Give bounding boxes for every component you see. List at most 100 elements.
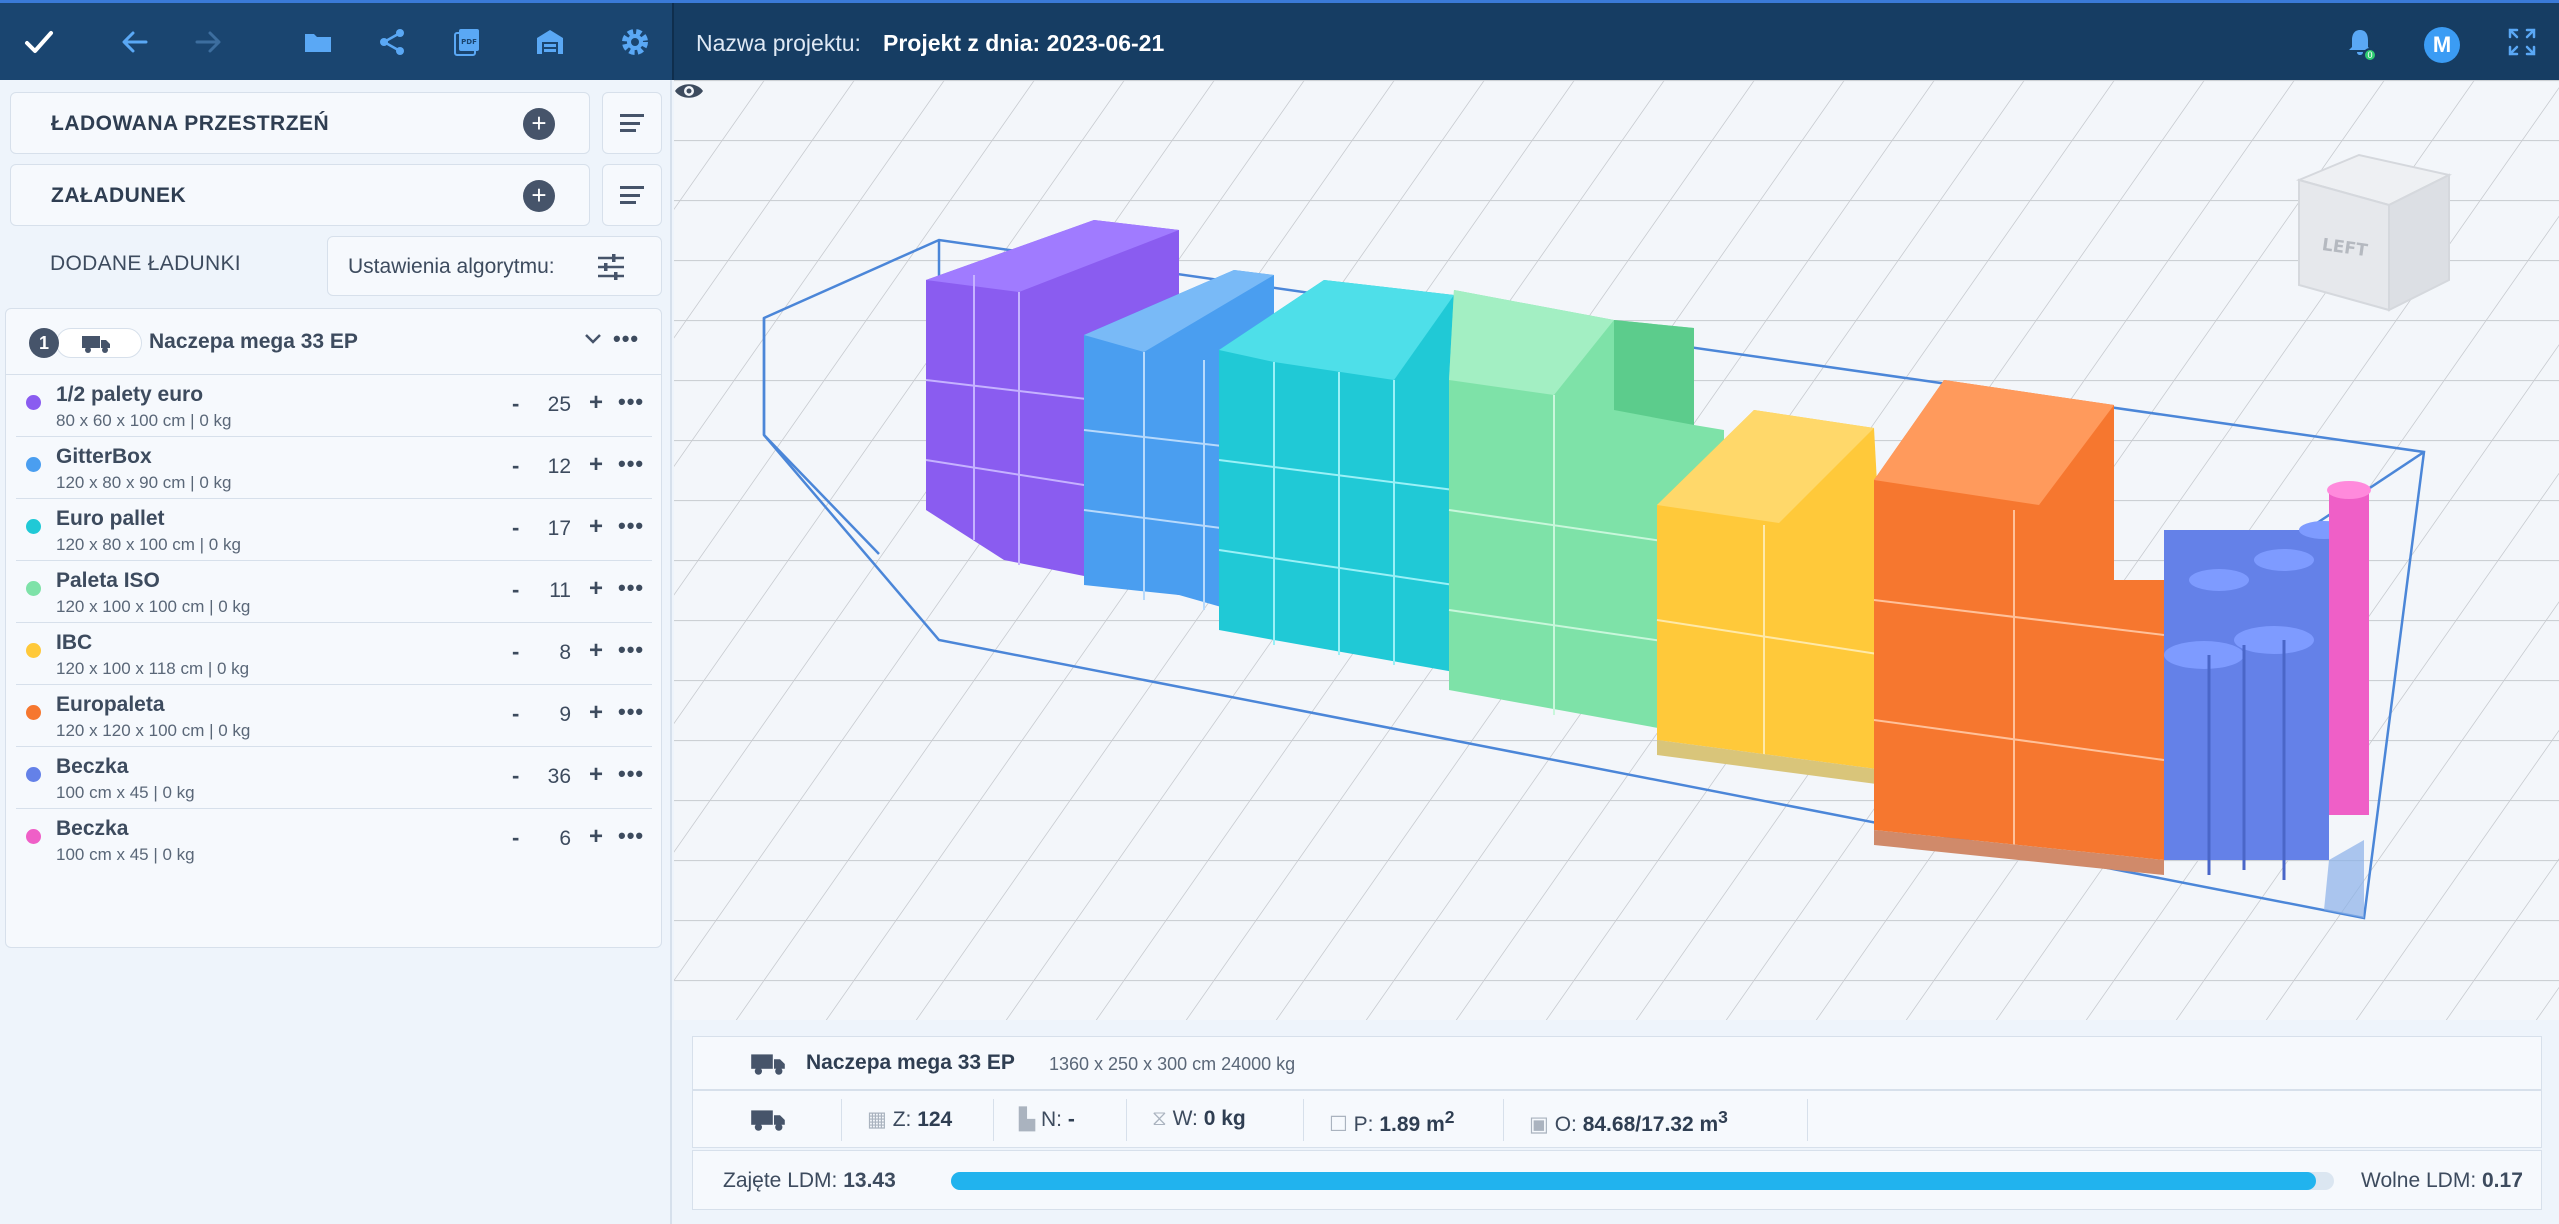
item-more-button[interactable]: ••• (618, 575, 644, 601)
settings-icon[interactable] (616, 23, 654, 61)
top-bar: PDF Nazwa projektu: Projekt z dnia: 2023… (0, 0, 2559, 80)
cargo-beczka-pink (2327, 481, 2371, 815)
truck-more-button[interactable]: ••• (613, 326, 639, 352)
quantity-value[interactable]: 36 (535, 765, 571, 789)
warehouse-icon[interactable] (531, 23, 569, 61)
item-dims: 120 x 100 x 118 cm | 0 kg (56, 659, 250, 678)
loading-space-title: ŁADOWANA PRZESTRZEŃ (51, 112, 330, 135)
quantity-value[interactable]: 17 (535, 517, 571, 541)
increase-button[interactable]: + (589, 823, 603, 851)
stat-count: ▦ Z: 124 (867, 1108, 953, 1131)
decrease-button[interactable]: - (512, 701, 519, 727)
decrease-button[interactable]: - (512, 515, 519, 541)
item-dims: 120 x 80 x 100 cm | 0 kg (56, 535, 241, 554)
truck-index: 1 (29, 328, 59, 358)
fullscreen-icon[interactable] (2503, 23, 2541, 61)
item-more-button[interactable]: ••• (618, 451, 644, 477)
item-more-button[interactable]: ••• (618, 761, 644, 787)
decrease-button[interactable]: - (512, 825, 519, 851)
folder-icon[interactable] (299, 23, 337, 61)
check-icon[interactable] (20, 23, 58, 61)
space-menu-button[interactable] (602, 92, 662, 154)
stat-divider (841, 1099, 842, 1141)
item-more-button[interactable]: ••• (618, 823, 644, 849)
increase-button[interactable]: + (589, 637, 603, 665)
algorithm-settings-button[interactable]: Ustawienia algorytmu: (327, 236, 662, 296)
truck-info-row: Naczepa mega 33 EP 1360 x 250 x 300 cm 2… (692, 1036, 2542, 1090)
decrease-button[interactable]: - (512, 391, 519, 417)
quantity-value[interactable]: 8 (535, 641, 571, 665)
item-name: 1/2 palety euro (56, 383, 204, 406)
item-dims: 80 x 60 x 100 cm | 0 kg (56, 411, 232, 430)
color-dot (26, 643, 41, 658)
3d-scene[interactable]: LEFT (674, 80, 2559, 1020)
toolbar-divider (672, 3, 674, 80)
chevron-down-icon[interactable] (584, 333, 602, 345)
view-cube[interactable]: LEFT (2295, 153, 2452, 312)
increase-button[interactable]: + (589, 761, 603, 789)
list-item[interactable]: Beczka 100 cm x 45 | 0 kg - 6 + ••• (16, 809, 652, 871)
item-dims: 100 cm x 45 | 0 kg (56, 845, 195, 864)
svg-text:PDF: PDF (461, 38, 477, 46)
list-item[interactable]: Euro pallet 120 x 80 x 100 cm | 0 kg - 1… (16, 499, 652, 561)
list-item[interactable]: Beczka 100 cm x 45 | 0 kg - 36 + ••• (16, 747, 652, 809)
decrease-button[interactable]: - (512, 639, 519, 665)
increase-button[interactable]: + (589, 513, 603, 541)
list-item[interactable]: Europaleta 120 x 120 x 100 cm | 0 kg - 9… (16, 685, 652, 747)
list-item[interactable]: 1/2 palety euro 80 x 60 x 100 cm | 0 kg … (16, 375, 652, 437)
quantity-value[interactable]: 9 (535, 703, 571, 727)
3d-viewport[interactable]: LEFT (674, 80, 2559, 1020)
item-dims: 120 x 120 x 100 cm | 0 kg (56, 721, 251, 740)
pdf-icon[interactable]: PDF (448, 23, 486, 61)
truck-pill (56, 328, 142, 358)
quantity-value[interactable]: 12 (535, 455, 571, 479)
share-icon[interactable] (373, 23, 411, 61)
loading-menu-button[interactable] (602, 164, 662, 226)
color-dot (26, 829, 41, 844)
decrease-button[interactable]: - (512, 577, 519, 603)
truck-icon (751, 1054, 785, 1075)
ldm-free: Wolne LDM: 0.17 (2361, 1169, 2523, 1192)
decrease-button[interactable]: - (512, 763, 519, 789)
item-more-button[interactable]: ••• (618, 699, 644, 725)
quantity-value[interactable]: 25 (535, 393, 571, 417)
item-name: Beczka (56, 755, 129, 778)
list-item[interactable]: Paleta ISO 120 x 100 x 100 cm | 0 kg - 1… (16, 561, 652, 623)
stat-divider (1303, 1099, 1304, 1141)
increase-button[interactable]: + (589, 699, 603, 727)
ldm-progress-fill (951, 1172, 2317, 1190)
quantity-value[interactable]: 6 (535, 827, 571, 851)
stat-volume: ▣ O: 84.68/17.32 m3 (1529, 1107, 1728, 1136)
eye-icon[interactable] (674, 80, 704, 102)
decrease-button[interactable]: - (512, 453, 519, 479)
color-dot (26, 767, 41, 782)
item-more-button[interactable]: ••• (618, 637, 644, 663)
redo-icon[interactable] (189, 23, 227, 61)
ldm-used: Zajęte LDM: 13.43 (723, 1169, 896, 1192)
item-name: IBC (56, 631, 93, 654)
increase-button[interactable]: + (589, 575, 603, 603)
list-item[interactable]: GitterBox 120 x 80 x 90 cm | 0 kg - 12 +… (16, 437, 652, 499)
list-item[interactable]: IBC 120 x 100 x 118 cm | 0 kg - 8 + ••• (16, 623, 652, 685)
loading-section[interactable]: ZAŁADUNEK + (10, 164, 590, 226)
item-more-button[interactable]: ••• (618, 389, 644, 415)
notification-badge: 0 (2363, 48, 2377, 62)
loading-space-section[interactable]: ŁADOWANA PRZESTRZEŃ + (10, 92, 590, 154)
project-name[interactable]: Projekt z dnia: 2023-06-21 (883, 30, 1164, 57)
undo-icon[interactable] (116, 23, 154, 61)
truck-row[interactable]: 1 Naczepa mega 33 EP ••• (6, 309, 661, 375)
stat-divider (993, 1099, 994, 1141)
toolbar: PDF (0, 3, 672, 80)
menu-icon (620, 186, 644, 204)
stats-row: ▦ Z: 124 ▙ N: - ⧖ W: 0 kg ☐ P: 1.89 m2 ▣… (692, 1090, 2542, 1148)
sliders-icon (598, 254, 624, 280)
add-cargo-button[interactable]: + (523, 180, 555, 212)
quantity-value[interactable]: 11 (535, 579, 571, 603)
added-cargo-title: DODANE ŁADUNKI (50, 252, 241, 275)
increase-button[interactable]: + (589, 451, 603, 479)
increase-button[interactable]: + (589, 389, 603, 417)
add-space-button[interactable]: + (523, 108, 555, 140)
item-name: Euro pallet (56, 507, 165, 530)
avatar[interactable]: M (2424, 27, 2460, 63)
item-more-button[interactable]: ••• (618, 513, 644, 539)
